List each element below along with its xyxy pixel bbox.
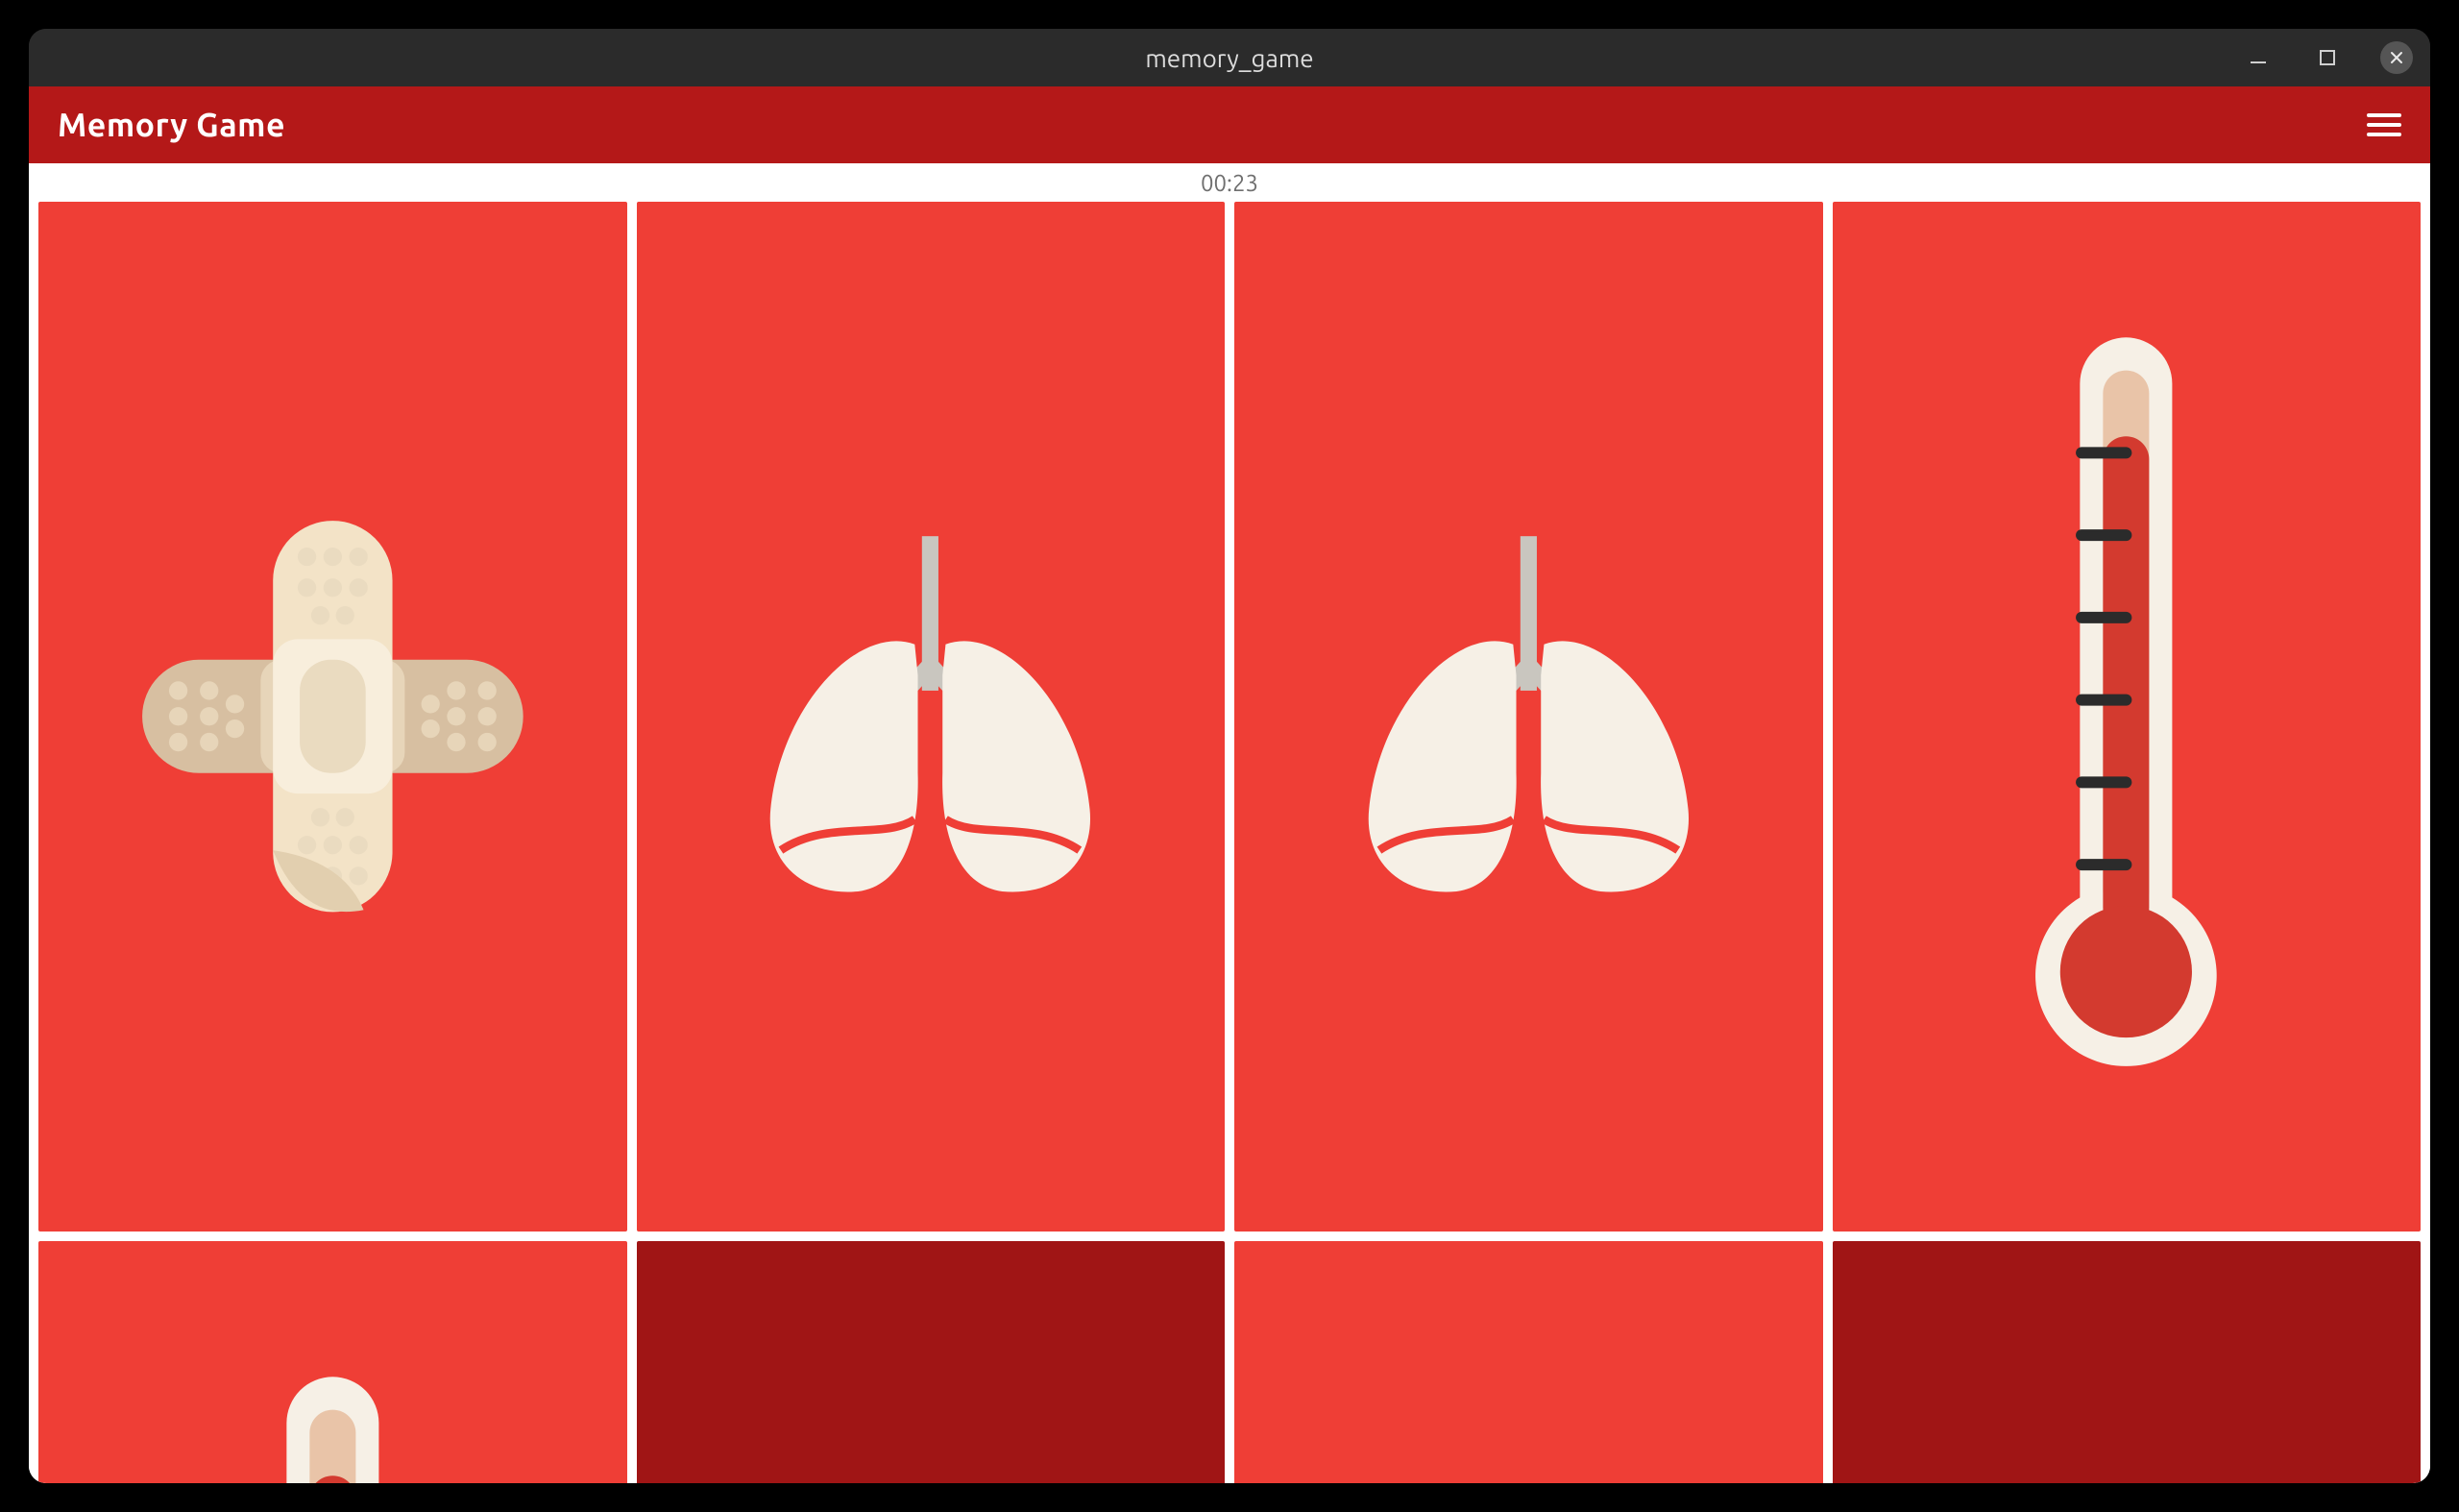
menu-button[interactable] (2367, 113, 2401, 136)
game-card[interactable] (1833, 202, 2422, 1232)
game-card[interactable] (637, 202, 1226, 1232)
bandage-icon (1323, 1344, 1735, 1483)
timer-display: 00:23 (29, 163, 2430, 202)
bandage-icon (127, 305, 539, 1129)
thermometer-icon (127, 1344, 539, 1483)
game-card[interactable] (1234, 202, 1823, 1232)
game-card[interactable] (637, 1241, 1226, 1483)
game-card[interactable] (38, 1241, 627, 1483)
game-card[interactable] (1234, 1241, 1823, 1483)
app-root: Memory Game 00:23 (29, 86, 2430, 1483)
close-icon (2389, 50, 2404, 65)
game-board (29, 202, 2430, 1483)
app-title: Memory Game (58, 107, 285, 143)
thermometer-icon (1920, 305, 2332, 1129)
window-frame: memory_game Memory Game (29, 29, 2430, 1483)
window-minimize-button[interactable] (2242, 41, 2275, 74)
maximize-icon (2319, 49, 2336, 66)
window-close-button[interactable] (2380, 41, 2413, 74)
hamburger-icon (2367, 113, 2401, 117)
minimize-icon (2250, 49, 2267, 66)
window-maximize-button[interactable] (2311, 41, 2344, 74)
game-card[interactable] (1833, 1241, 2422, 1483)
lungs-icon (724, 305, 1136, 1129)
app-bar: Memory Game (29, 86, 2430, 163)
window-titlebar: memory_game (29, 29, 2430, 86)
window-title: memory_game (29, 44, 2430, 72)
lungs-icon (1323, 305, 1735, 1129)
game-card[interactable] (38, 202, 627, 1232)
window-controls (2242, 29, 2413, 86)
